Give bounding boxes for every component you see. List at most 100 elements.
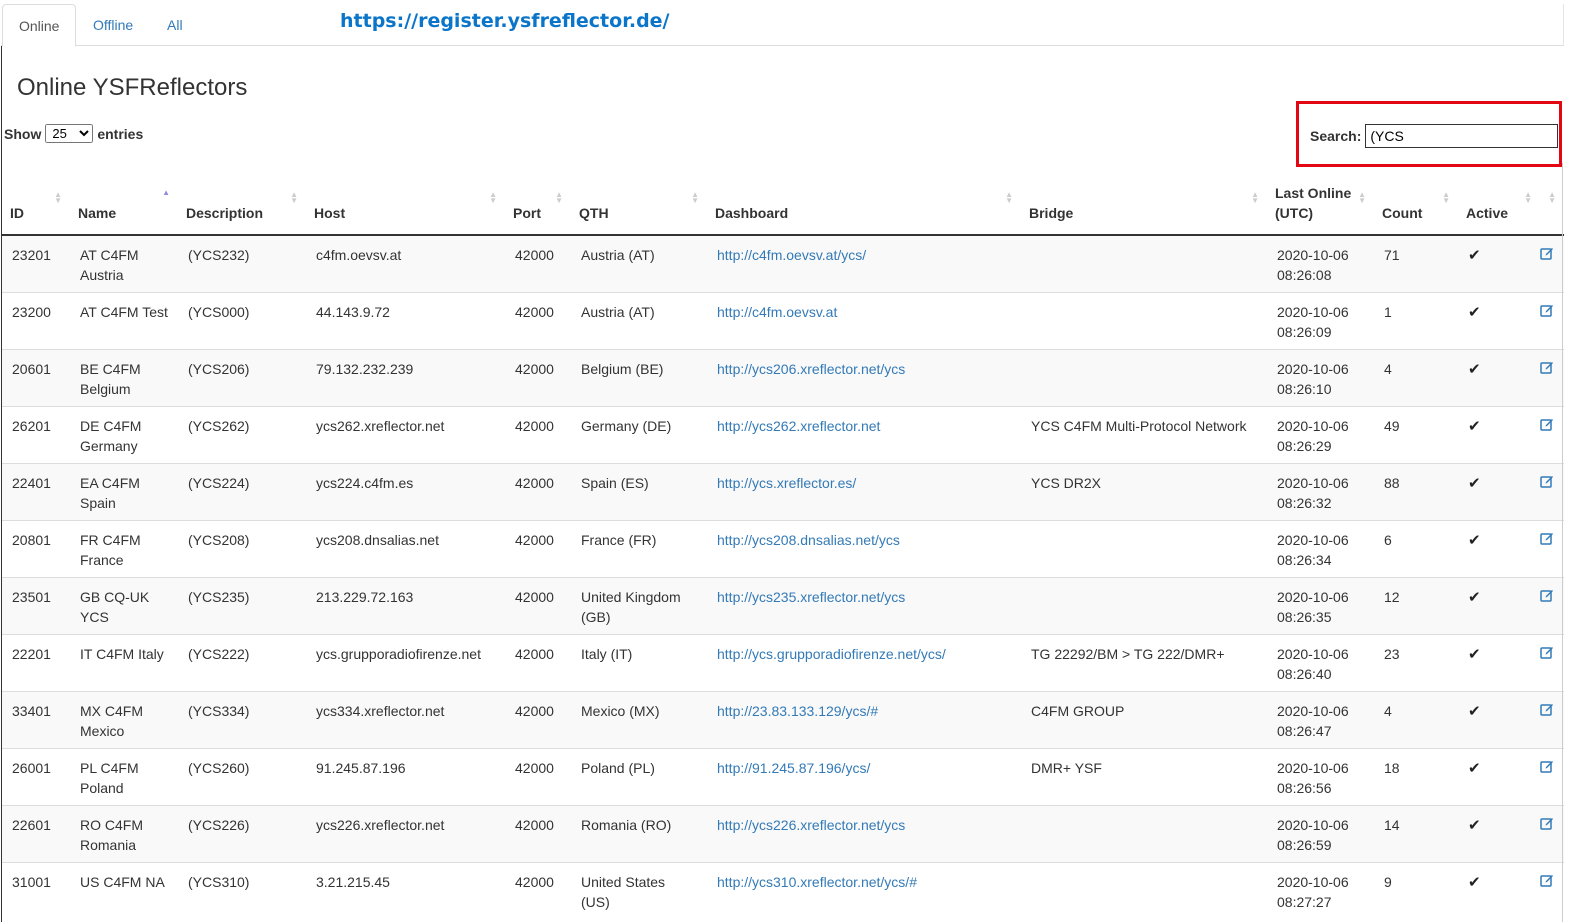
cell-count: 4 bbox=[1374, 690, 1458, 748]
cell-count: 4 bbox=[1374, 348, 1458, 406]
table-row: 20601 BE C4FM Belgium (YCS206) 79.132.232.2… bbox=[2, 348, 1564, 406]
cell-port: 42000 bbox=[505, 633, 571, 691]
sort-icon: ▲ ▼ bbox=[691, 190, 699, 205]
edit-icon[interactable] bbox=[1540, 361, 1554, 378]
col-active[interactable]: Active ▲ ▼ bbox=[1458, 163, 1540, 236]
col-dashboard[interactable]: Dashboard ▲ ▼ bbox=[707, 163, 1021, 236]
cell-last-online: 2020-10-06 08:26:34 bbox=[1267, 519, 1374, 577]
cell-active: ✔ bbox=[1458, 519, 1540, 577]
dashboard-link[interactable]: http://ycs206.xreflector.net/ycs bbox=[717, 361, 905, 377]
col-bridge[interactable]: Bridge ▲ ▼ bbox=[1021, 163, 1267, 236]
edit-icon[interactable] bbox=[1540, 874, 1554, 891]
cell-bridge: YCS C4FM Multi-Protocol Network bbox=[1021, 405, 1267, 463]
dashboard-link[interactable]: http://ycs226.xreflector.net/ycs bbox=[717, 817, 905, 833]
cell-bridge bbox=[1021, 576, 1267, 634]
edit-icon[interactable] bbox=[1540, 589, 1554, 606]
cell-port: 42000 bbox=[505, 291, 571, 349]
cell-dashboard: http://ycs.grupporadiofirenze.net/ycs/ bbox=[707, 633, 1021, 691]
dashboard-link[interactable]: http://ycs262.xreflector.net bbox=[717, 418, 880, 434]
dashboard-link[interactable]: http://ycs208.dnsalias.net/ycs bbox=[717, 532, 900, 548]
edit-icon[interactable] bbox=[1540, 247, 1554, 264]
dashboard-link[interactable]: http://ycs.grupporadiofirenze.net/ycs/ bbox=[717, 646, 946, 662]
col-qth[interactable]: QTH ▲ ▼ bbox=[571, 163, 707, 236]
cell-name: US C4FM NA bbox=[70, 861, 178, 919]
check-icon: ✔ bbox=[1468, 588, 1481, 606]
edit-icon[interactable] bbox=[1540, 532, 1554, 549]
cell-last-online: 2020-10-06 08:27:27 bbox=[1267, 861, 1374, 919]
edit-icon[interactable] bbox=[1540, 475, 1554, 492]
cell-port: 42000 bbox=[505, 804, 571, 862]
dashboard-link[interactable]: http://23.83.133.129/ycs/# bbox=[717, 703, 878, 719]
cell-edit bbox=[1540, 633, 1564, 691]
dashboard-link[interactable]: http://ycs.xreflector.es/ bbox=[717, 475, 856, 491]
tab-all[interactable]: All bbox=[151, 4, 199, 46]
entries-select[interactable]: 25 bbox=[45, 124, 94, 143]
cell-qth: Belgium (BE) bbox=[571, 348, 707, 406]
cell-dashboard: http://ycs.xreflector.es/ bbox=[707, 462, 1021, 520]
cell-dashboard: http://91.245.87.196/ycs/ bbox=[707, 747, 1021, 805]
tab-online[interactable]: Online bbox=[2, 4, 77, 47]
cell-bridge: DMR+ YSF bbox=[1021, 747, 1267, 805]
sort-asc-icon: ▲ bbox=[162, 188, 170, 197]
cell-name: RO C4FM Romania bbox=[70, 804, 178, 862]
cell-count: 23 bbox=[1374, 633, 1458, 691]
cell-count: 88 bbox=[1374, 462, 1458, 520]
cell-port: 42000 bbox=[505, 348, 571, 406]
cell-id: 23200 bbox=[2, 291, 70, 349]
dashboard-link[interactable]: http://ycs310.xreflector.net/ycs/# bbox=[717, 874, 917, 890]
col-description[interactable]: Description ▲ ▼ bbox=[178, 163, 306, 236]
col-count[interactable]: Count ▲ ▼ bbox=[1374, 163, 1458, 236]
cell-bridge bbox=[1021, 348, 1267, 406]
entries-label: entries bbox=[97, 125, 144, 142]
cell-active: ✔ bbox=[1458, 747, 1540, 805]
cell-qth: Austria (AT) bbox=[571, 234, 707, 292]
edit-icon[interactable] bbox=[1540, 703, 1554, 720]
cell-bridge bbox=[1021, 861, 1267, 919]
edit-icon[interactable] bbox=[1540, 760, 1554, 777]
dashboard-link[interactable]: http://c4fm.oevsv.at/ycs/ bbox=[717, 247, 866, 263]
cell-edit bbox=[1540, 462, 1564, 520]
cell-active: ✔ bbox=[1458, 462, 1540, 520]
dashboard-link[interactable]: http://c4fm.oevsv.at bbox=[717, 304, 837, 320]
edit-icon[interactable] bbox=[1540, 817, 1554, 834]
cell-id: 20801 bbox=[2, 519, 70, 577]
edit-icon[interactable] bbox=[1540, 646, 1554, 663]
cell-host: 79.132.232.239 bbox=[306, 348, 505, 406]
cell-active: ✔ bbox=[1458, 804, 1540, 862]
col-last-online[interactable]: Last Online (UTC) ▲ ▼ bbox=[1267, 163, 1374, 236]
table-row: 23200 AT C4FM Test (YCS000) 44.143.9.72 4200… bbox=[2, 291, 1564, 349]
cell-name: MX C4FM Mexico bbox=[70, 690, 178, 748]
dashboard-link[interactable]: http://91.245.87.196/ycs/ bbox=[717, 760, 870, 776]
cell-active: ✔ bbox=[1458, 576, 1540, 634]
sort-icon: ▲ ▼ bbox=[54, 190, 62, 205]
reflectors-table: ID ▲ ▼ Name ▲ Description ▲ ▼ Host ▲ ▼ Port ▲ ▼ Q… bbox=[2, 163, 1564, 919]
dashboard-link[interactable]: http://ycs235.xreflector.net/ycs bbox=[717, 589, 905, 605]
col-edit[interactable]: ▲ ▼ bbox=[1540, 163, 1564, 236]
cell-name: DE C4FM Germany bbox=[70, 405, 178, 463]
edit-icon[interactable] bbox=[1540, 304, 1554, 321]
tab-offline[interactable]: Offline bbox=[77, 4, 149, 46]
cell-description: (YCS232) bbox=[178, 234, 306, 292]
edit-icon[interactable] bbox=[1540, 418, 1554, 435]
cell-bridge: C4FM GROUP bbox=[1021, 690, 1267, 748]
check-icon: ✔ bbox=[1468, 247, 1481, 264]
cell-edit bbox=[1540, 348, 1564, 406]
cell-name: PL C4FM Poland bbox=[70, 747, 178, 805]
check-icon: ✔ bbox=[1468, 303, 1481, 321]
cell-count: 18 bbox=[1374, 747, 1458, 805]
cell-name: IT C4FM Italy bbox=[70, 633, 178, 691]
cell-bridge bbox=[1021, 519, 1267, 577]
table-row: 23501 GB CQ-UK YCS (YCS235) 213.229.72.163 4… bbox=[2, 576, 1564, 634]
cell-host: ycs334.xreflector.net bbox=[306, 690, 505, 748]
cell-description: (YCS235) bbox=[178, 576, 306, 634]
col-host[interactable]: Host ▲ ▼ bbox=[306, 163, 505, 236]
cell-qth: France (FR) bbox=[571, 519, 707, 577]
cell-port: 42000 bbox=[505, 576, 571, 634]
col-port[interactable]: Port ▲ ▼ bbox=[505, 163, 571, 236]
cell-count: 14 bbox=[1374, 804, 1458, 862]
cell-description: (YCS224) bbox=[178, 462, 306, 520]
col-name[interactable]: Name ▲ bbox=[70, 163, 178, 236]
col-id[interactable]: ID ▲ ▼ bbox=[2, 163, 70, 236]
cell-id: 26201 bbox=[2, 405, 70, 463]
table-row: 33401 MX C4FM Mexico (YCS334) ycs334.xrefle… bbox=[2, 690, 1564, 748]
